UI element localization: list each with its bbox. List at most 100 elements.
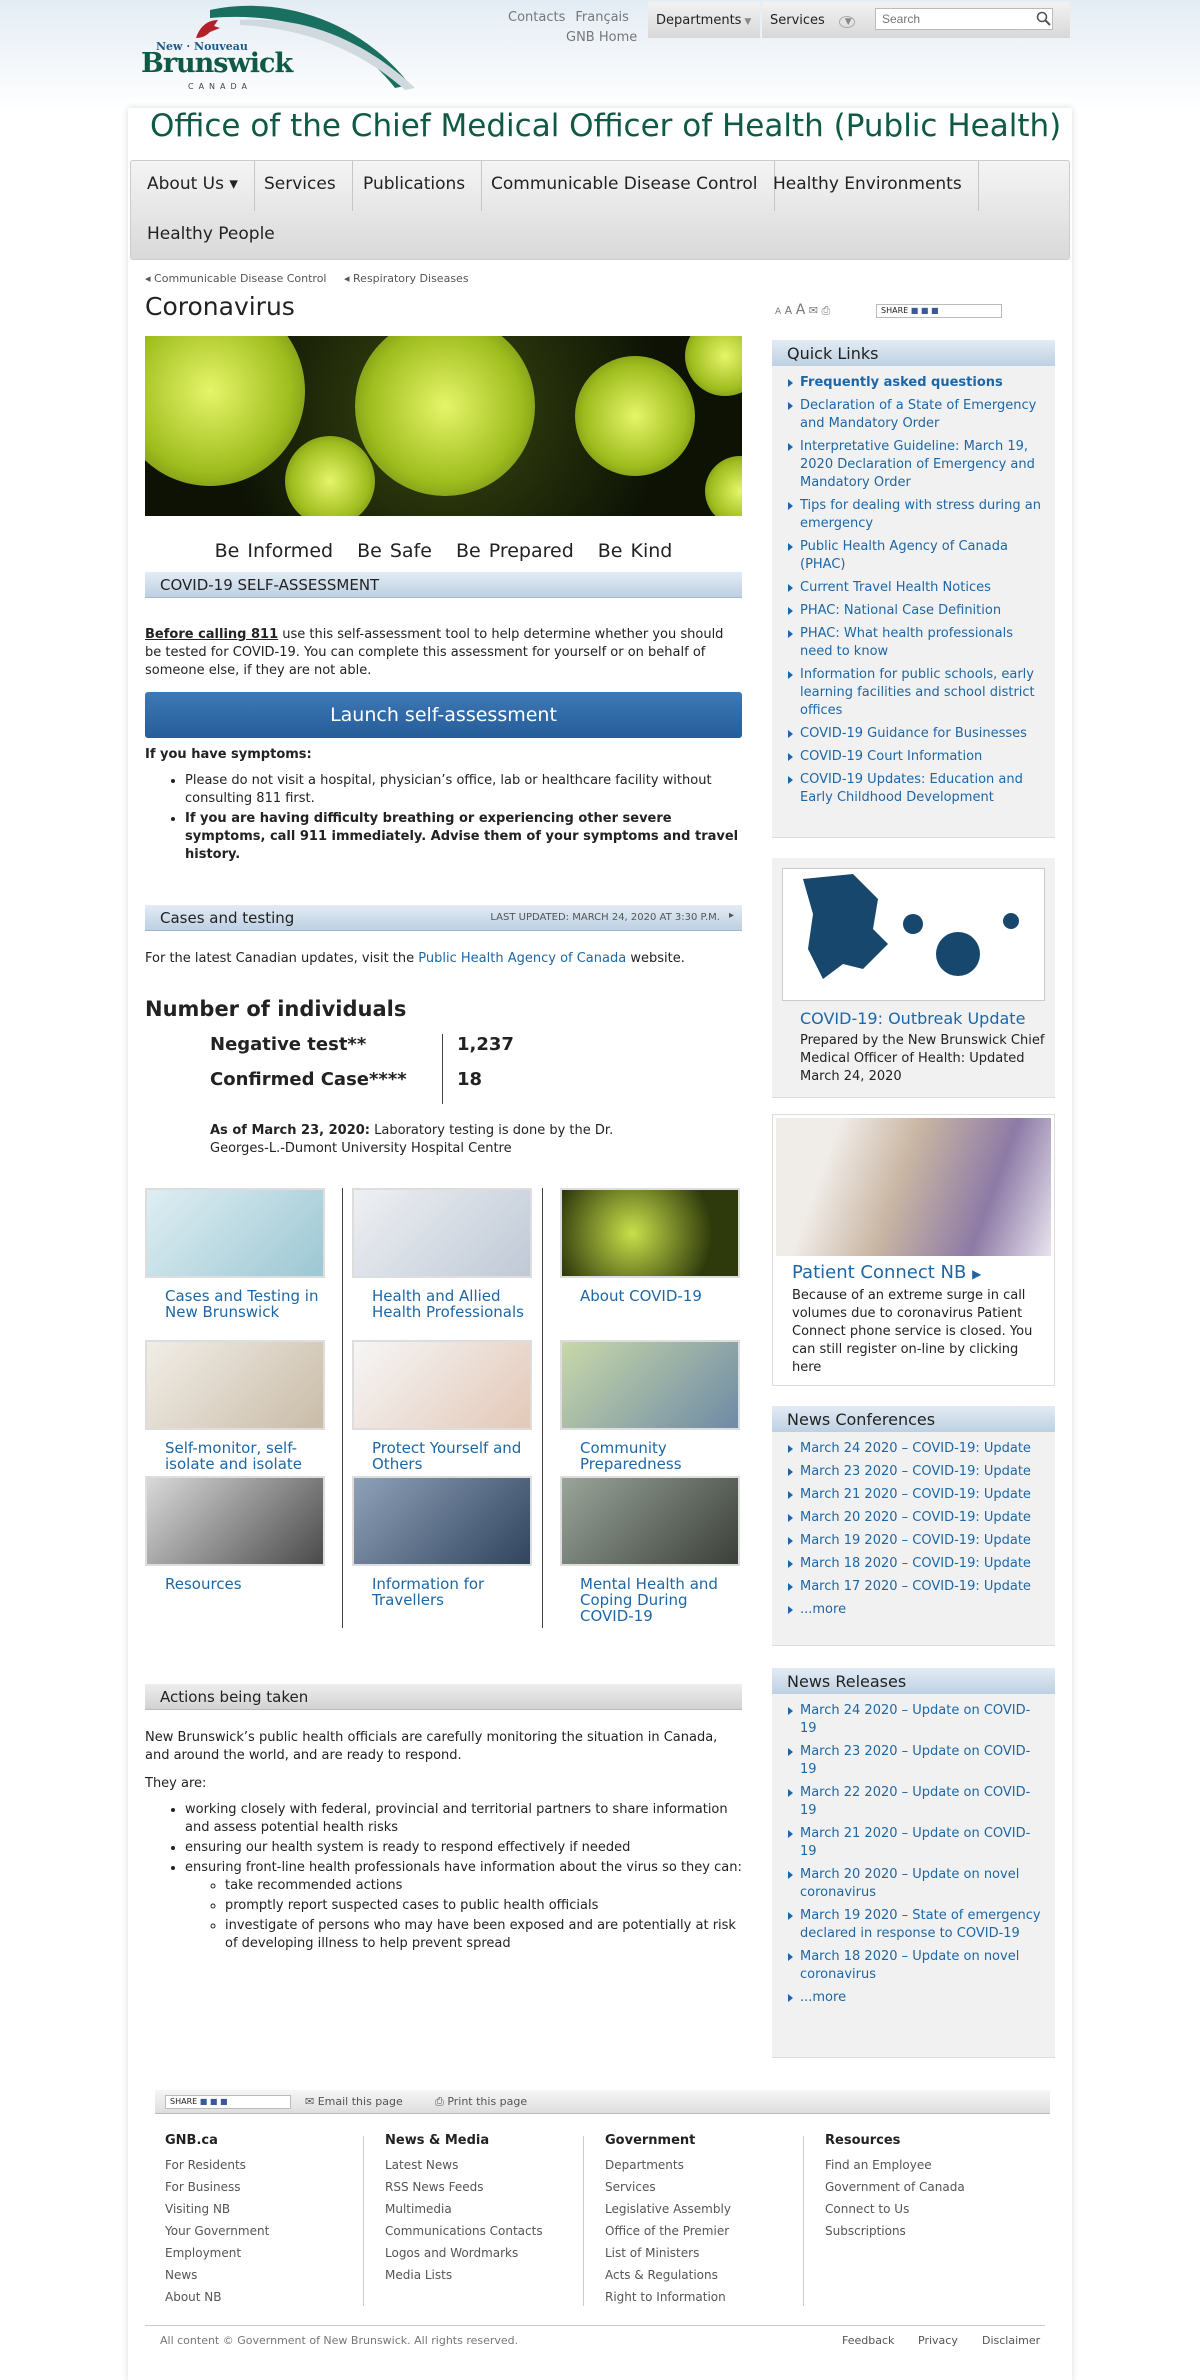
footer-link[interactable]: Communications Contacts bbox=[385, 2220, 543, 2242]
patient-connect-title[interactable]: Patient Connect NB ▶ bbox=[792, 1262, 1051, 1283]
tile-travellers[interactable]: Information for Travellers bbox=[352, 1476, 532, 1608]
footer-link[interactable]: Find an Employee bbox=[825, 2154, 965, 2176]
footer-link[interactable]: Legislative Assembly bbox=[605, 2198, 731, 2220]
cases-testing-heading[interactable]: Cases and testing LAST UPDATED: MARCH 24,… bbox=[145, 905, 742, 931]
conference-link[interactable]: March 17 2020 – COVID-19: Update bbox=[786, 1578, 1045, 1596]
releases-more-link[interactable]: ...more bbox=[786, 1989, 1045, 2007]
footer-link[interactable]: Latest News bbox=[385, 2154, 543, 2176]
tile-cases-testing[interactable]: Cases and Testing in New Brunswick bbox=[145, 1188, 325, 1320]
tile-label: Cases and Testing in New Brunswick bbox=[165, 1287, 319, 1321]
conference-link[interactable]: March 21 2020 – COVID-19: Update bbox=[786, 1486, 1045, 1504]
footer-link[interactable]: Departments bbox=[605, 2154, 731, 2176]
tile-health-professionals[interactable]: Health and Allied Health Professionals bbox=[352, 1188, 532, 1320]
tile-mental-health[interactable]: Mental Health and Coping During COVID-19 bbox=[560, 1476, 740, 1624]
footer-link[interactable]: Office of the Premier bbox=[605, 2220, 731, 2242]
footer-link[interactable]: For Business bbox=[165, 2176, 269, 2198]
release-link[interactable]: March 22 2020 – Update on COVID-19 bbox=[786, 1784, 1045, 1820]
release-link[interactable]: March 23 2020 – Update on COVID-19 bbox=[786, 1743, 1045, 1779]
breadcrumb-item[interactable]: ◂ Respiratory Diseases bbox=[344, 272, 469, 285]
footer-share-button[interactable]: SHARE ■ ■ ■ bbox=[165, 2095, 291, 2109]
self-assessment-intro: Before calling 811 use this self-assessm… bbox=[145, 626, 742, 680]
tile-protect-yourself[interactable]: Protect Yourself and Others bbox=[352, 1340, 532, 1472]
release-link[interactable]: March 20 2020 – Update on novel coronavi… bbox=[786, 1866, 1045, 1902]
release-link[interactable]: March 21 2020 – Update on COVID-19 bbox=[786, 1825, 1045, 1861]
tile-community-preparedness[interactable]: Community Preparedness bbox=[560, 1340, 740, 1472]
breadcrumb-item[interactable]: ◂ Communicable Disease Control bbox=[145, 272, 327, 285]
quick-link[interactable]: PHAC: National Case Definition bbox=[786, 602, 1045, 620]
footer-link[interactable]: About NB bbox=[165, 2286, 269, 2308]
quick-link[interactable]: Information for public schools, early le… bbox=[786, 666, 1045, 720]
footer-link[interactable]: Visiting NB bbox=[165, 2198, 269, 2220]
footer-link[interactable]: Multimedia bbox=[385, 2198, 543, 2220]
quick-link[interactable]: COVID-19 Court Information bbox=[786, 748, 1045, 766]
francais-link[interactable]: Français bbox=[575, 10, 629, 25]
launch-self-assessment-button[interactable]: Launch self-assessment bbox=[145, 692, 742, 738]
outbreak-title[interactable]: COVID-19: Outbreak Update bbox=[800, 1009, 1045, 1028]
menu-healthy-people[interactable]: Healthy People bbox=[131, 211, 291, 261]
footer-col-gnb: GNB.ca For Residents For Business Visiting … bbox=[165, 2130, 269, 2308]
print-icon[interactable]: ⎙ bbox=[822, 304, 831, 317]
footer-link[interactable]: Your Government bbox=[165, 2220, 269, 2242]
footer-link[interactable]: Right to Information bbox=[605, 2286, 731, 2308]
share-button[interactable]: SHARE ■ ■ ■ bbox=[876, 304, 1002, 318]
footer-link[interactable]: News bbox=[165, 2264, 269, 2286]
print-page-link[interactable]: ⎙ Print this page bbox=[435, 2095, 527, 2109]
footer-link[interactable]: List of Ministers bbox=[605, 2242, 731, 2264]
release-link[interactable]: March 18 2020 – Update on novel coronavi… bbox=[786, 1948, 1045, 1984]
quick-link[interactable]: Public Health Agency of Canada (PHAC) bbox=[786, 538, 1045, 574]
gnb-home-link[interactable]: GNB Home bbox=[566, 30, 637, 45]
quick-link[interactable]: Declaration of a State of Emergency and … bbox=[786, 397, 1045, 433]
footer-link[interactable]: Subscriptions bbox=[825, 2220, 965, 2242]
tile-about-covid[interactable]: About COVID-19 bbox=[560, 1188, 740, 1304]
text-size-medium-icon[interactable]: A bbox=[785, 304, 793, 317]
quick-link[interactable]: Interpretative Guideline: March 19, 2020… bbox=[786, 438, 1045, 492]
footer-link[interactable]: Media Lists bbox=[385, 2264, 543, 2286]
conference-link[interactable]: March 20 2020 – COVID-19: Update bbox=[786, 1509, 1045, 1527]
text-size-large-icon[interactable]: A bbox=[796, 302, 806, 318]
feedback-link[interactable]: Feedback bbox=[842, 2334, 894, 2347]
conference-link[interactable]: March 24 2020 – COVID-19: Update bbox=[786, 1440, 1045, 1458]
footer-link[interactable]: Logos and Wordmarks bbox=[385, 2242, 543, 2264]
footer-link[interactable]: Services bbox=[605, 2176, 731, 2198]
quick-link[interactable]: Current Travel Health Notices bbox=[786, 579, 1045, 597]
footer-link[interactable]: RSS News Feeds bbox=[385, 2176, 543, 2198]
phac-link[interactable]: Public Health Agency of Canada bbox=[418, 951, 626, 966]
footer-link[interactable]: Government of Canada bbox=[825, 2176, 965, 2198]
text-size-small-icon[interactable]: A bbox=[775, 307, 781, 317]
privacy-link[interactable]: Privacy bbox=[918, 2334, 958, 2347]
tile-self-monitor[interactable]: Self-monitor, self-isolate and isolate bbox=[145, 1340, 325, 1472]
menu-services[interactable]: Services bbox=[248, 161, 353, 211]
release-link[interactable]: March 19 2020 – State of emergency decla… bbox=[786, 1907, 1045, 1943]
quick-link[interactable]: PHAC: What health professionals need to … bbox=[786, 625, 1045, 661]
menu-communicable-disease-control[interactable]: Communicable Disease Control bbox=[475, 161, 775, 211]
quick-link[interactable]: COVID-19 Guidance for Businesses bbox=[786, 725, 1045, 743]
email-icon[interactable]: ✉ bbox=[809, 304, 818, 317]
quick-link[interactable]: Frequently asked questions bbox=[786, 374, 1045, 392]
conferences-more-link[interactable]: ...more bbox=[786, 1601, 1045, 1619]
departments-dropdown[interactable]: Departments ▼ bbox=[648, 2, 760, 38]
site-title[interactable]: Office of the Chief Medical Officer of H… bbox=[150, 108, 1061, 144]
quick-link[interactable]: COVID-19 Updates: Education and Early Ch… bbox=[786, 771, 1045, 807]
footer-link[interactable]: Acts & Regulations bbox=[605, 2264, 731, 2286]
services-dropdown[interactable]: Services ▼ bbox=[762, 2, 872, 38]
menu-about-us[interactable]: About Us ▾ bbox=[131, 161, 255, 211]
patient-connect-panel[interactable]: Patient Connect NB ▶ Because of an extre… bbox=[772, 1114, 1055, 1386]
release-link[interactable]: March 24 2020 – Update on COVID-19 bbox=[786, 1702, 1045, 1738]
conference-link[interactable]: March 23 2020 – COVID-19: Update bbox=[786, 1463, 1045, 1481]
footer-link[interactable]: For Residents bbox=[165, 2154, 269, 2176]
menu-publications[interactable]: Publications bbox=[347, 161, 483, 211]
email-page-link[interactable]: ✉ Email this page bbox=[305, 2095, 403, 2108]
gnb-logo[interactable]: New · Nouveau Brunswick CANADA bbox=[138, 14, 293, 91]
disclaimer-link[interactable]: Disclaimer bbox=[982, 2334, 1040, 2347]
conference-link[interactable]: March 19 2020 – COVID-19: Update bbox=[786, 1532, 1045, 1550]
contacts-link[interactable]: Contacts bbox=[508, 10, 565, 25]
search-icon[interactable] bbox=[1036, 11, 1051, 26]
menu-healthy-environments[interactable]: Healthy Environments bbox=[757, 161, 979, 211]
search-input[interactable] bbox=[875, 8, 1053, 30]
footer-link[interactable]: Employment bbox=[165, 2242, 269, 2264]
conference-link[interactable]: March 18 2020 – COVID-19: Update bbox=[786, 1555, 1045, 1573]
outbreak-update-panel[interactable]: COVID-19: Outbreak Update Prepared by th… bbox=[772, 858, 1055, 1098]
tile-resources[interactable]: Resources bbox=[145, 1476, 325, 1592]
footer-link[interactable]: Connect to Us bbox=[825, 2198, 965, 2220]
quick-link[interactable]: Tips for dealing with stress during an e… bbox=[786, 497, 1045, 533]
